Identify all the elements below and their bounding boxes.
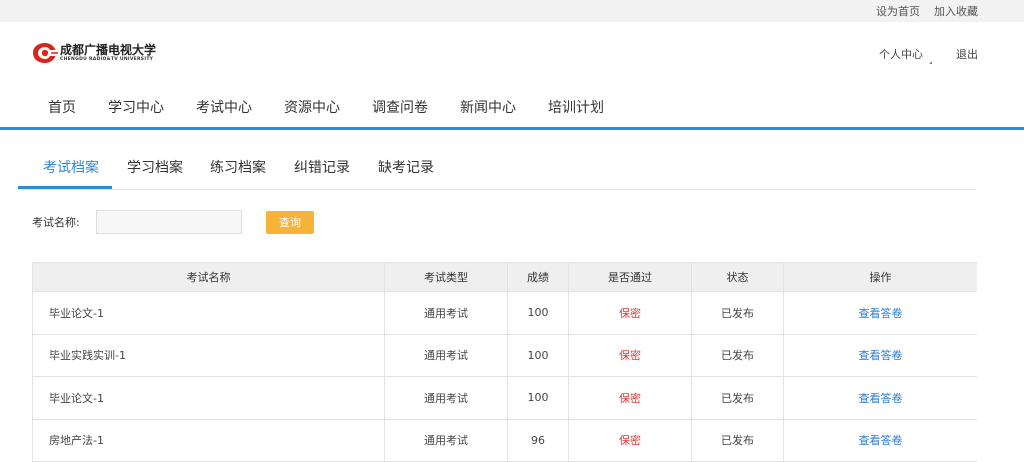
view-answer-link[interactable]: 查看答卷 (859, 392, 903, 405)
nav-item-resource-center[interactable]: 资源中心 (284, 97, 340, 117)
header-passed: 是否通过 (568, 262, 692, 292)
nav-item-news-center[interactable]: 新闻中心 (460, 97, 516, 117)
cell-score: 100 (507, 376, 569, 420)
cell-exam-type: 通用考试 (384, 291, 508, 335)
table-row: 毕业论文-1 通用考试 100 保密 已发布 查看答卷 (32, 291, 977, 335)
top-bar: 设为首页 加入收藏 (0, 0, 1024, 22)
cell-exam-name: 房地产法-1 (32, 418, 385, 462)
tab-absence-records[interactable]: 缺考记录 (378, 157, 434, 177)
header-exam-type: 考试类型 (384, 262, 508, 292)
nav-item-survey[interactable]: 调查问卷 (372, 97, 428, 117)
site-logo[interactable]: 成都广播电视大学 CHENGDU RADIO&TV UNIVERSITY (32, 42, 156, 64)
cell-action: 查看答卷 (783, 333, 977, 377)
tab-correction-records[interactable]: 纠错记录 (294, 157, 350, 177)
exam-name-label: 考试名称: (32, 216, 80, 229)
record-tabs: 考试档案 学习档案 练习档案 纠错记录 缺考记录 (18, 145, 976, 190)
nav-item-study-center[interactable]: 学习中心 (108, 97, 164, 117)
header-exam-name: 考试名称 (32, 262, 385, 292)
user-center-label: 个人中心 (879, 48, 923, 61)
exam-name-input[interactable] (96, 210, 242, 234)
nav-item-training-plan[interactable]: 培训计划 (548, 97, 604, 117)
university-logo-icon (33, 43, 58, 63)
header-score: 成绩 (507, 262, 569, 292)
cell-exam-type: 通用考试 (384, 376, 508, 420)
tab-study-records[interactable]: 学习档案 (127, 157, 183, 177)
header-status: 状态 (691, 262, 784, 292)
cell-exam-name: 毕业论文-1 (32, 376, 385, 420)
cell-exam-type: 通用考试 (384, 333, 508, 377)
cell-passed: 保密 (568, 333, 692, 377)
cell-status: 已发布 (691, 333, 784, 377)
header: 成都广播电视大学 CHENGDU RADIO&TV UNIVERSITY 个人中… (0, 22, 1024, 88)
main-nav: 首页 学习中心 考试中心 资源中心 调查问卷 新闻中心 培训计划 (0, 88, 1024, 130)
logo-text: 成都广播电视大学 CHENGDU RADIO&TV UNIVERSITY (60, 42, 157, 63)
cell-score: 100 (507, 291, 569, 335)
exam-records-table-wrap: 考试名称 考试类型 成绩 是否通过 状态 操作 毕业论文-1 通用考试 100 … (32, 262, 977, 462)
cell-status: 已发布 (691, 291, 784, 335)
exam-records-table: 考试名称 考试类型 成绩 是否通过 状态 操作 毕业论文-1 通用考试 100 … (32, 262, 977, 462)
tab-practice-records[interactable]: 练习档案 (210, 157, 266, 177)
cell-exam-type: 通用考试 (384, 418, 508, 462)
nav-item-home[interactable]: 首页 (48, 97, 76, 117)
view-answer-link[interactable]: 查看答卷 (859, 434, 903, 447)
table-row: 房地产法-1 通用考试 96 保密 已发布 查看答卷 (32, 418, 977, 462)
view-answer-link[interactable]: 查看答卷 (859, 349, 903, 362)
set-home-link[interactable]: 设为首页 (876, 3, 920, 19)
cell-status: 已发布 (691, 376, 784, 420)
cell-exam-name: 毕业论文-1 (32, 291, 385, 335)
main-nav-list: 首页 学习中心 考试中心 资源中心 调查问卷 新闻中心 培训计划 (48, 97, 636, 117)
cell-passed: 保密 (568, 291, 692, 335)
add-favorite-link[interactable]: 加入收藏 (934, 3, 978, 19)
tab-exam-records[interactable]: 考试档案 (43, 157, 99, 177)
logout-link[interactable]: 退出 (956, 46, 978, 62)
user-links: 个人中心 退出 (879, 46, 978, 64)
cell-status: 已发布 (691, 418, 784, 462)
top-links: 设为首页 加入收藏 (876, 3, 978, 19)
view-answer-link[interactable]: 查看答卷 (859, 307, 903, 320)
cell-exam-name: 毕业实践实训-1 (32, 333, 385, 377)
search-bar: 考试名称: 查询 (32, 210, 314, 234)
nav-item-exam-center[interactable]: 考试中心 (196, 97, 252, 117)
table-row: 毕业实践实训-1 通用考试 100 保密 已发布 查看答卷 (32, 333, 977, 377)
cell-action: 查看答卷 (783, 291, 977, 335)
table-header-row: 考试名称 考试类型 成绩 是否通过 状态 操作 (32, 262, 977, 292)
cell-passed: 保密 (568, 376, 692, 420)
query-button[interactable]: 查询 (266, 210, 314, 234)
cell-passed: 保密 (568, 418, 692, 462)
cell-action: 查看答卷 (783, 418, 977, 462)
logo-name-cn: 成都广播电视大学 (60, 42, 157, 57)
active-tab-underline (18, 186, 112, 189)
logo-name-en: CHENGDU RADIO&TV UNIVERSITY (60, 56, 154, 62)
cell-score: 100 (507, 333, 569, 377)
cell-action: 查看答卷 (783, 376, 977, 420)
caret-down-icon (929, 61, 932, 64)
table-row: 毕业论文-1 通用考试 100 保密 已发布 查看答卷 (32, 376, 977, 420)
header-action: 操作 (783, 262, 977, 292)
cell-score: 96 (507, 418, 569, 462)
user-center-dropdown[interactable]: 个人中心 (879, 46, 932, 64)
